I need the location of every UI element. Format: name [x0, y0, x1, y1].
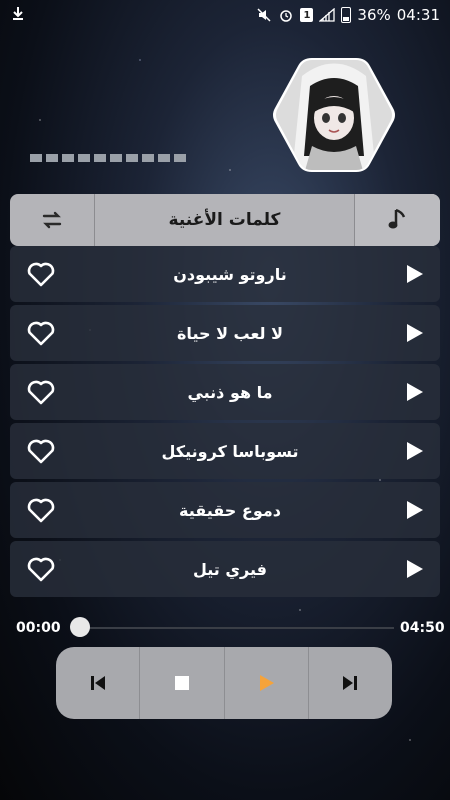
status-bar: 1 36% 04:31: [0, 0, 450, 30]
clock: 04:31: [396, 6, 440, 24]
heart-icon[interactable]: [26, 261, 56, 287]
heart-icon[interactable]: [26, 438, 56, 464]
stop-icon: [174, 676, 189, 690]
heart-icon[interactable]: [26, 556, 56, 582]
song-row[interactable]: تسوباسا كرونيكل: [10, 423, 440, 479]
eq-bar: [126, 154, 138, 162]
album-art-avatar: [272, 56, 396, 174]
signal-icon: [318, 7, 336, 22]
eq-bar: [174, 154, 186, 162]
song-title: دموع حقيقية: [179, 500, 281, 520]
music-note-icon: [388, 208, 405, 229]
mute-icon: [256, 8, 272, 22]
player-controls: [56, 647, 392, 719]
heart-icon[interactable]: [26, 379, 56, 405]
heart-icon[interactable]: [26, 497, 56, 523]
eq-bar: [62, 154, 74, 162]
play-icon[interactable]: [404, 382, 424, 402]
seek-bar[interactable]: [80, 627, 394, 629]
eq-bar: [46, 154, 58, 162]
current-time: 00:00: [16, 620, 61, 636]
play-icon[interactable]: [404, 441, 424, 461]
play-icon[interactable]: [404, 323, 424, 343]
song-title: فيري تيل: [192, 559, 267, 579]
play-icon[interactable]: [404, 559, 424, 579]
header-title: كلمات الأغنية: [168, 210, 281, 230]
song-title: تسوباسا كرونيكل: [161, 441, 299, 461]
battery-icon: [341, 7, 352, 23]
song-row[interactable]: ما هو ذنبي: [10, 364, 440, 420]
song-list: ناروتو شيبودن لا لعب لا حياة ما هو ذنبي …: [10, 246, 440, 600]
status-left: [10, 6, 26, 24]
play-icon[interactable]: [404, 500, 424, 520]
song-title: لا لعب لا حياة: [176, 323, 284, 343]
eq-bar: [110, 154, 122, 162]
battery-percent: 36%: [357, 6, 391, 24]
song-title: ناروتو شيبودن: [173, 264, 287, 284]
play-button[interactable]: [225, 647, 309, 719]
eq-bar: [94, 154, 106, 162]
download-icon: [10, 6, 26, 20]
music-note-button[interactable]: [354, 194, 440, 246]
repeat-button[interactable]: [10, 194, 95, 246]
stop-button[interactable]: [140, 647, 225, 719]
lyrics-tab[interactable]: كلمات الأغنية: [95, 194, 354, 246]
eq-bar: [78, 154, 90, 162]
heart-icon[interactable]: [26, 320, 56, 346]
alarm-icon: [278, 8, 294, 22]
previous-button[interactable]: [56, 647, 141, 719]
play-icon: [260, 675, 275, 691]
song-title: ما هو ذنبي: [187, 382, 273, 402]
skip-previous-icon: [90, 676, 105, 690]
header-bar: كلمات الأغنية: [10, 194, 440, 246]
play-icon[interactable]: [404, 264, 424, 284]
skip-next-icon: [343, 676, 358, 690]
song-row[interactable]: ناروتو شيبودن: [10, 246, 440, 302]
next-button[interactable]: [309, 647, 392, 719]
eq-bar: [142, 154, 154, 162]
song-row[interactable]: دموع حقيقية: [10, 482, 440, 538]
seek-knob[interactable]: [70, 617, 90, 637]
notification-badge: 1: [300, 8, 314, 22]
eq-bar: [158, 154, 170, 162]
repeat-icon: [42, 211, 62, 229]
song-row[interactable]: فيري تيل: [10, 541, 440, 597]
eq-bar: [30, 154, 42, 162]
total-time: 04:50: [400, 620, 445, 636]
equalizer-bars: [30, 154, 186, 162]
song-row[interactable]: لا لعب لا حياة: [10, 305, 440, 361]
